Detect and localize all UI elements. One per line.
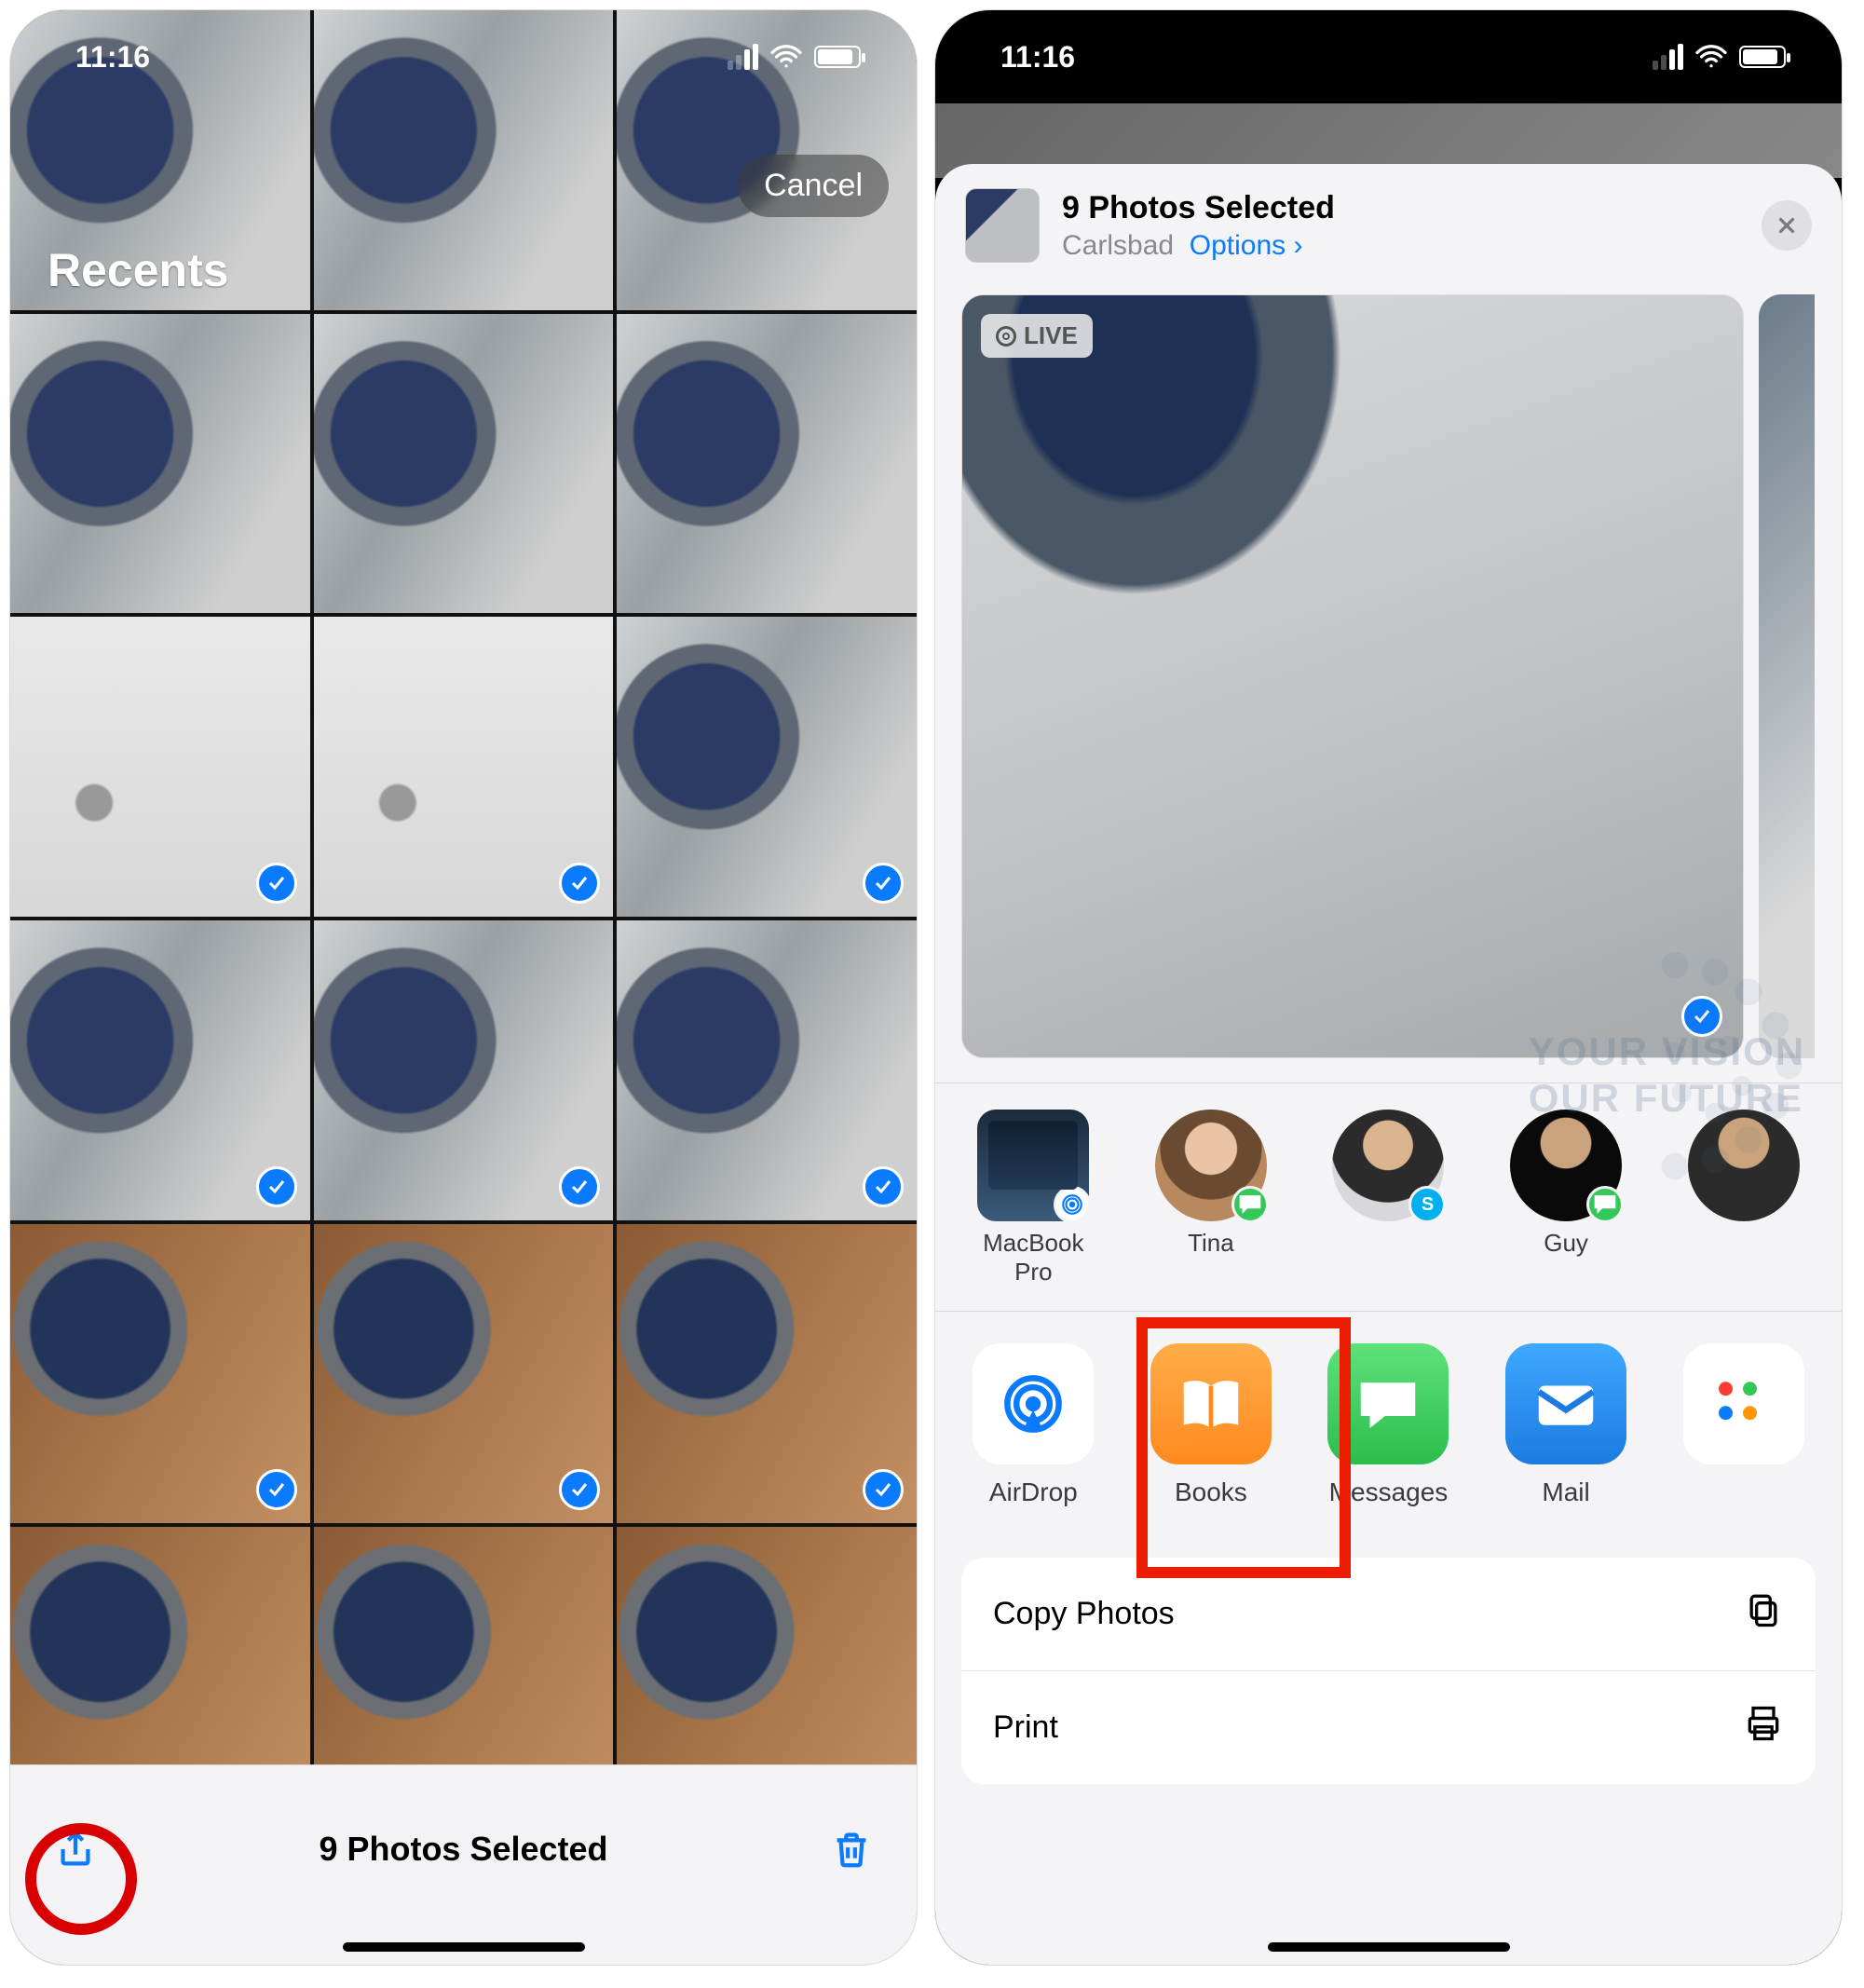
chevron-right-icon: › [1293, 230, 1302, 261]
cellular-icon [728, 44, 758, 70]
skype-badge-icon: S [1408, 1186, 1446, 1223]
action-label: Copy Photos [993, 1596, 1175, 1632]
app-label: AirDrop [969, 1477, 1098, 1507]
photo-thumbnail[interactable] [314, 314, 614, 614]
selection-count: 9 Photos Selected [319, 1830, 607, 1869]
photo-thumbnail[interactable] [617, 314, 917, 614]
avatar [977, 1110, 1089, 1221]
photo-thumbnail[interactable] [10, 920, 310, 1220]
close-button[interactable] [1762, 200, 1812, 251]
contact-label: Guy [1502, 1229, 1631, 1258]
share-apps-row[interactable]: AirDrop Books Messages Mail [935, 1312, 1842, 1535]
share-contact[interactable]: MacBook Pro [969, 1110, 1098, 1287]
selected-check-icon [1681, 996, 1722, 1037]
photos-picker-screen: 11:16 Recents Cancel 9 Photos Selected [9, 9, 918, 1966]
copy-icon [1743, 1589, 1784, 1639]
airdrop-app-icon [973, 1343, 1094, 1464]
avatar [1155, 1110, 1267, 1221]
share-app-messages[interactable]: Messages [1324, 1343, 1453, 1507]
selected-check-icon [256, 863, 297, 904]
app-label: Books [1147, 1477, 1276, 1507]
selected-check-icon [256, 1469, 297, 1510]
avatar [1510, 1110, 1622, 1221]
cellular-icon [1653, 44, 1683, 70]
live-badge: LIVE [981, 314, 1093, 358]
photo-grid-container: Recents Cancel [10, 10, 917, 1766]
action-label: Print [993, 1709, 1058, 1746]
status-icons [728, 40, 861, 74]
msg-badge-icon [1231, 1186, 1269, 1223]
avatar: S [1332, 1110, 1444, 1221]
home-indicator[interactable] [1268, 1942, 1510, 1952]
status-time: 11:16 [1000, 40, 1075, 75]
photo-thumbnail[interactable] [10, 314, 310, 614]
share-contact[interactable]: S [1324, 1110, 1453, 1287]
battery-icon [814, 46, 861, 68]
photo-thumbnail[interactable] [314, 920, 614, 1220]
album-title: Recents [48, 243, 229, 297]
avatar [1688, 1110, 1800, 1221]
selected-check-icon [256, 1166, 297, 1207]
share-app-mail[interactable]: Mail [1502, 1343, 1631, 1507]
share-contacts-row[interactable]: MacBook Pro Tina S Guy [935, 1083, 1842, 1311]
preview-photo[interactable]: LIVE [961, 294, 1744, 1058]
header-thumbnail [965, 188, 1040, 263]
share-location: Carlsbad [1062, 230, 1174, 261]
photo-thumbnail[interactable] [314, 1224, 614, 1524]
action-print[interactable]: Print [961, 1671, 1816, 1784]
photo-thumbnail[interactable] [617, 920, 917, 1220]
messages-app-icon [1327, 1343, 1449, 1464]
status-bar: 11:16 [10, 10, 917, 103]
mail-app-icon [1505, 1343, 1626, 1464]
app-label: Messages [1324, 1477, 1453, 1507]
share-app-airdrop[interactable]: AirDrop [969, 1343, 1098, 1507]
options-button[interactable]: Options › [1190, 230, 1303, 261]
photo-thumbnail[interactable] [314, 617, 614, 917]
preview-photo-next[interactable] [1759, 294, 1815, 1058]
share-actions-list: Copy Photos Print [961, 1558, 1816, 1784]
share-app-books[interactable]: Books [1147, 1343, 1276, 1507]
more-app-icon [1683, 1343, 1804, 1464]
share-app-more[interactable] [1679, 1343, 1808, 1507]
status-time: 11:16 [75, 40, 150, 75]
action-copy[interactable]: Copy Photos [961, 1558, 1816, 1671]
contact-label: Tina [1147, 1229, 1276, 1258]
share-sheet: 9 Photos Selected Carlsbad Options › LIV… [935, 164, 1842, 1965]
app-label: Mail [1502, 1477, 1631, 1507]
battery-icon [1739, 46, 1786, 68]
selected-check-icon [559, 1166, 600, 1207]
photo-thumbnail[interactable] [10, 617, 310, 917]
photo-grid[interactable] [10, 10, 917, 1966]
bottom-toolbar: 9 Photos Selected [10, 1764, 917, 1965]
trash-button[interactable] [823, 1821, 879, 1877]
selected-check-icon [863, 1166, 904, 1207]
photo-thumbnail[interactable] [10, 1224, 310, 1524]
photo-thumbnail[interactable] [617, 1224, 917, 1524]
share-sheet-screen: 11:16 9 Photos Selected Carlsbad Options… [934, 9, 1843, 1966]
status-bar: 11:16 [935, 10, 1842, 103]
share-contact[interactable] [1679, 1110, 1808, 1287]
photo-thumbnail[interactable] [617, 617, 917, 917]
msg-badge-icon [1586, 1186, 1624, 1223]
home-indicator[interactable] [343, 1942, 585, 1952]
status-icons [1653, 40, 1786, 74]
share-contact[interactable]: Tina [1147, 1110, 1276, 1287]
live-icon [996, 326, 1016, 347]
share-contact[interactable]: Guy [1502, 1110, 1631, 1287]
cancel-button[interactable]: Cancel [738, 155, 889, 217]
airdrop-badge-icon [1054, 1186, 1091, 1223]
share-subtitle: Carlsbad Options › [1062, 230, 1739, 262]
annotation-highlight-share [25, 1823, 137, 1935]
selected-check-icon [863, 1469, 904, 1510]
print-icon [1743, 1703, 1784, 1752]
share-sheet-header: 9 Photos Selected Carlsbad Options › [935, 164, 1842, 283]
share-title: 9 Photos Selected [1062, 190, 1739, 226]
preview-row[interactable]: LIVE [935, 283, 1842, 1083]
wifi-icon [1694, 40, 1728, 74]
selected-check-icon [863, 863, 904, 904]
books-app-icon [1150, 1343, 1272, 1464]
wifi-icon [769, 40, 803, 74]
contact-label: MacBook Pro [969, 1229, 1098, 1287]
